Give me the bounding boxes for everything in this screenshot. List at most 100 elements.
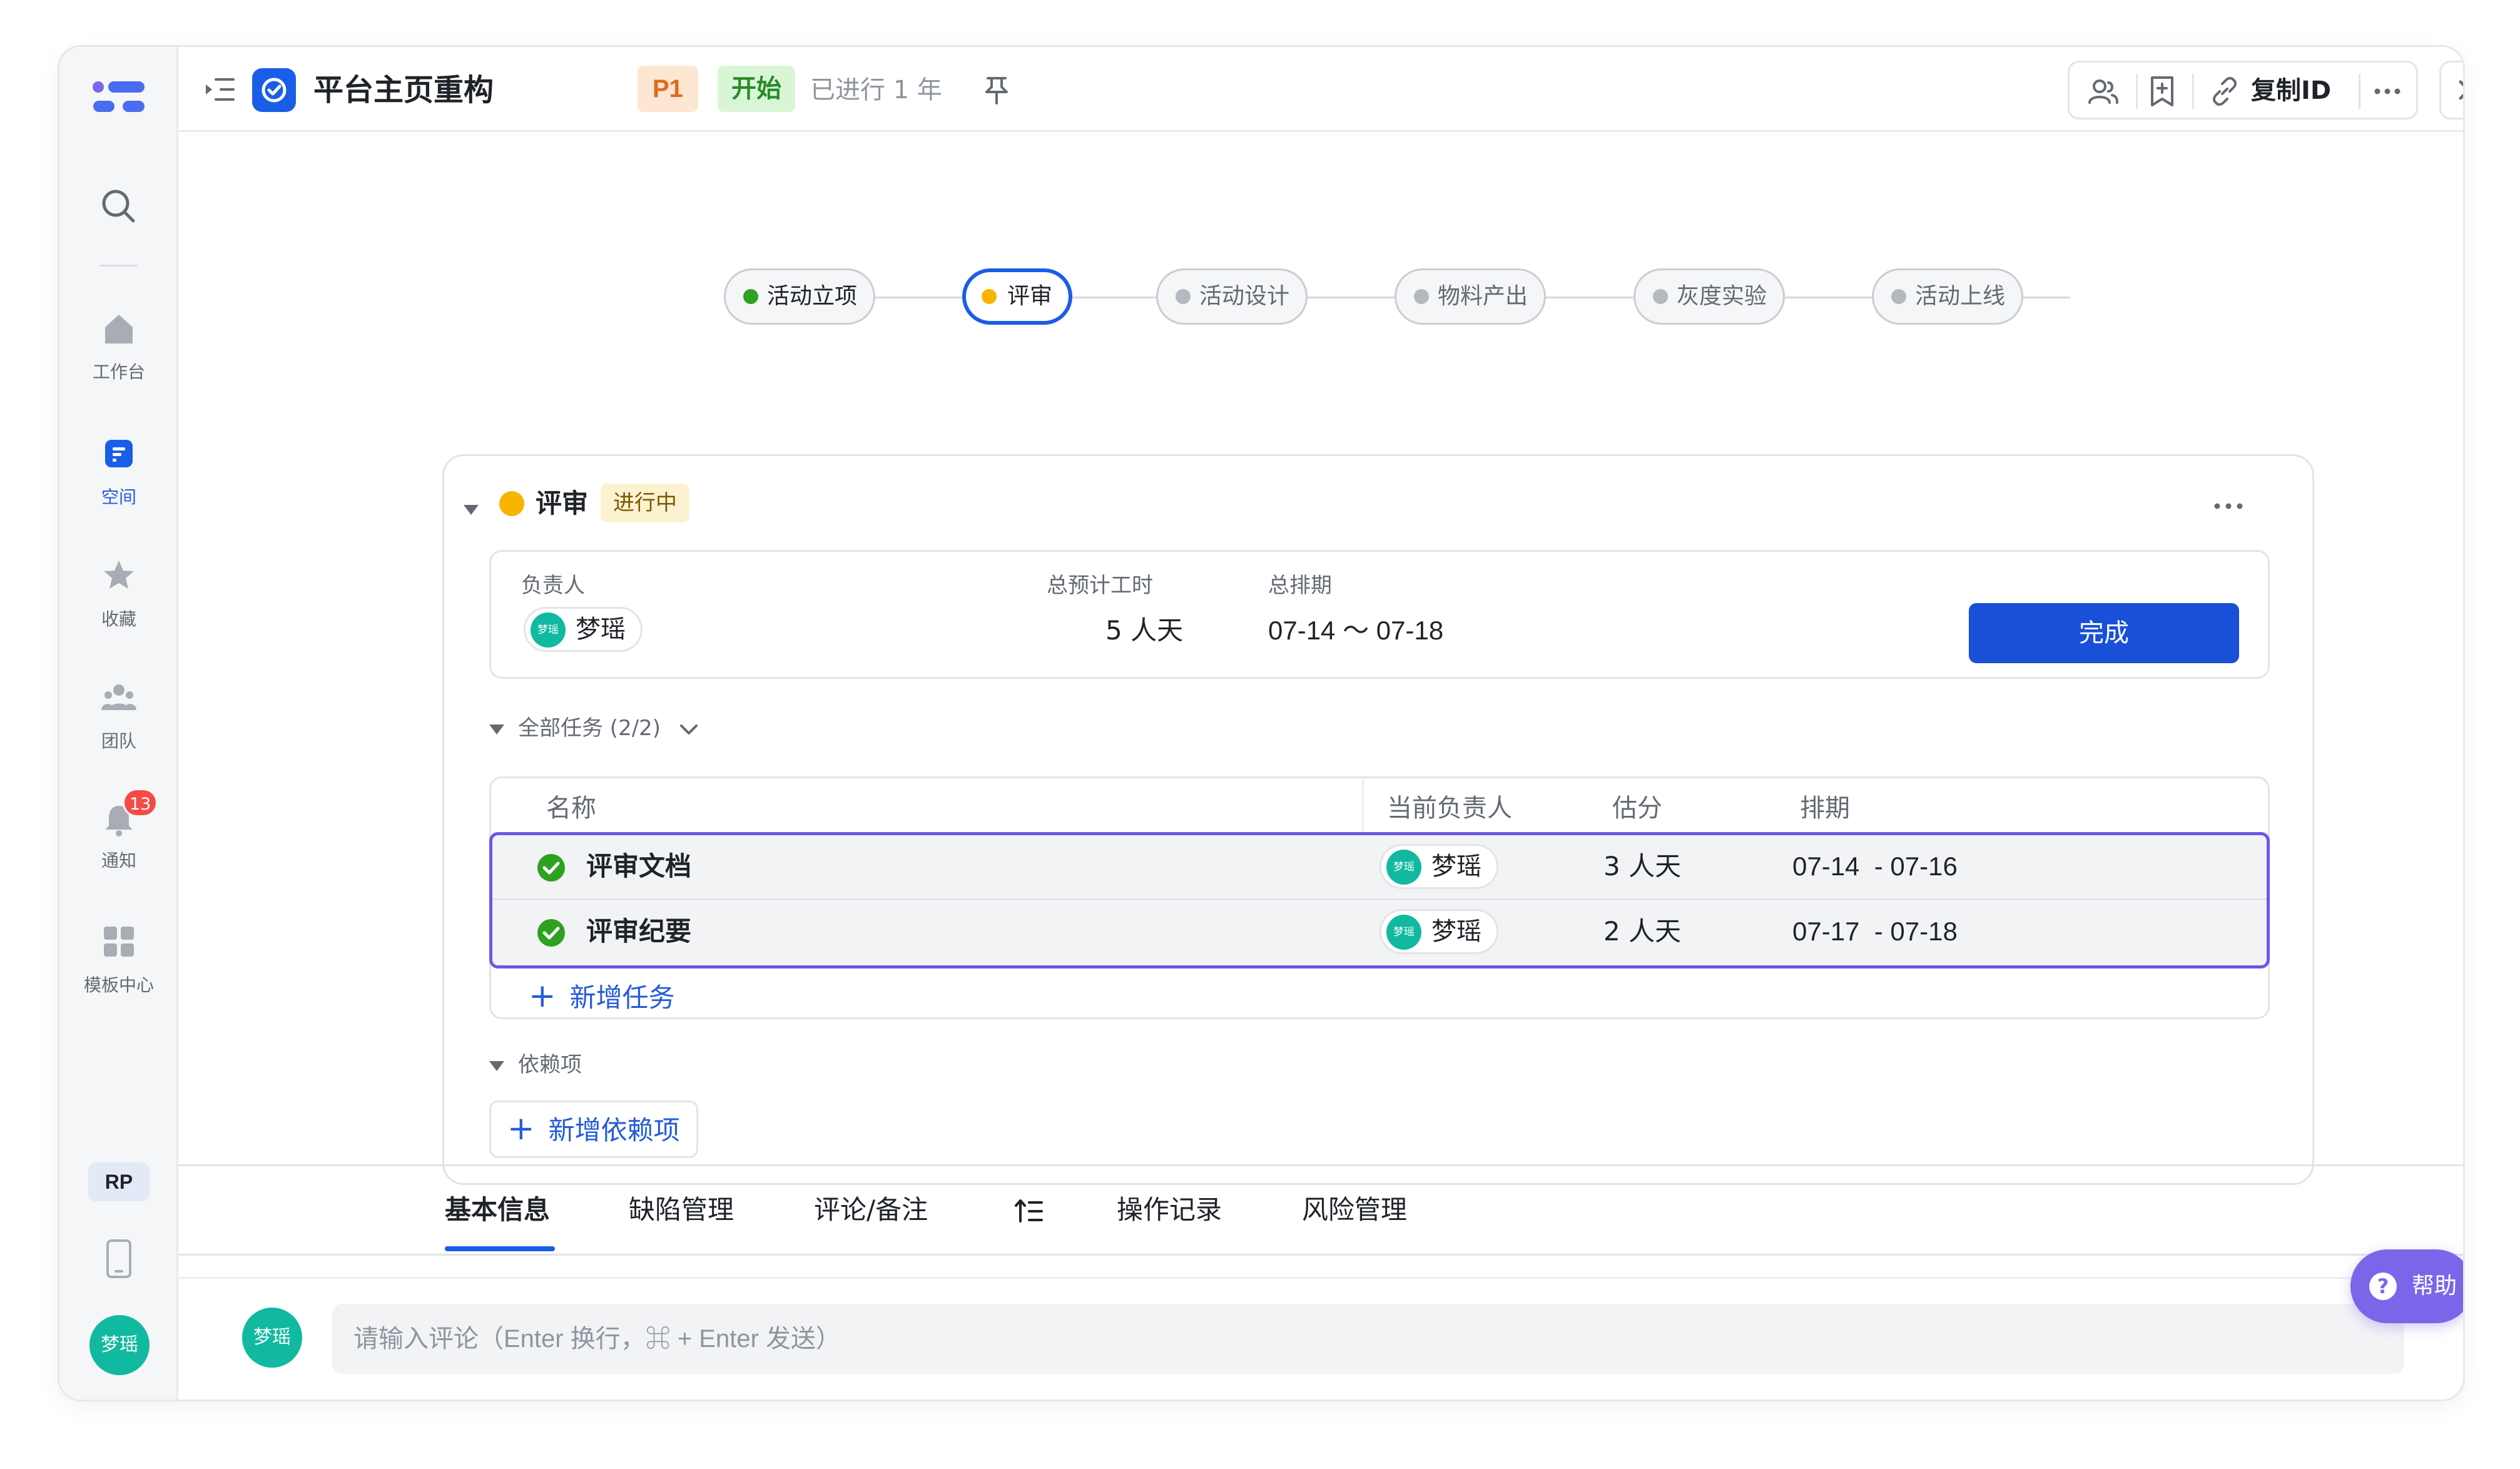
column-header-estimate: 估分 <box>1612 794 1662 823</box>
owner-chip[interactable]: 梦瑶 梦瑶 <box>524 607 643 652</box>
app-logo-icon[interactable] <box>91 78 147 116</box>
table-row[interactable]: 评审纪要 梦瑶 梦瑶 2 人天 07-17 - 07-18 <box>492 900 2267 963</box>
copy-id-button[interactable]: 复制ID <box>2251 73 2331 109</box>
stage-material-output[interactable]: 物料产出 <box>1395 268 1547 325</box>
dependencies-section-header[interactable]: 依赖项 <box>489 1049 582 1080</box>
sidebar-item-space[interactable]: 空间 <box>59 435 178 509</box>
stage-pipeline: 活动立项 评审 活动设计 物料产出 灰度实验 活动上线 <box>178 132 2463 325</box>
assignee-name: 梦瑶 <box>1431 852 1481 881</box>
search-icon[interactable] <box>98 186 138 226</box>
project-type-icon <box>252 68 296 112</box>
complete-button[interactable]: 完成 <box>1969 603 2239 663</box>
stage-label: 物料产出 <box>1438 283 1528 309</box>
close-button[interactable] <box>2439 61 2463 119</box>
active-tab-indicator <box>445 1246 555 1251</box>
template-icon <box>104 927 134 957</box>
detail-tabs: 基本信息 缺陷管理 评论/备注 操作记录 风险管理 <box>178 1164 2463 1256</box>
tasks-section-label: 全部任务 (2/2) <box>518 716 661 741</box>
sidebar-item-label: 工作台 <box>92 362 145 382</box>
members-icon[interactable] <box>2087 75 2120 108</box>
node-status-dot <box>499 491 524 516</box>
add-dependency-label: 新增依赖项 <box>548 1115 680 1146</box>
stage-activity-initiation[interactable]: 活动立项 <box>724 268 876 325</box>
check-done-icon[interactable] <box>536 853 566 883</box>
owner-label: 负责人 <box>521 573 585 598</box>
assignee-chip[interactable]: 梦瑶 梦瑶 <box>1379 909 1498 954</box>
tab-operation-log[interactable]: 操作记录 <box>1117 1191 1222 1229</box>
collapse-caret-icon[interactable] <box>462 500 480 519</box>
user-avatar[interactable]: 梦瑶 <box>89 1315 150 1375</box>
dependencies-section-label: 依赖项 <box>518 1052 582 1077</box>
stage-review[interactable]: 评审 <box>962 268 1073 325</box>
tab-defects[interactable]: 缺陷管理 <box>629 1191 734 1229</box>
node-status-tag: 进行中 <box>601 484 689 522</box>
add-task-label: 新增任务 <box>569 982 675 1013</box>
avatar: 梦瑶 <box>1386 915 1421 950</box>
schedule-value[interactable]: 07-14 ～ 07-18 <box>1268 613 1443 648</box>
task-schedule[interactable]: 07-14 - 07-16 <box>1792 848 1958 885</box>
stage-activity-design[interactable]: 活动设计 <box>1156 268 1308 325</box>
table-row[interactable]: 评审文档 梦瑶 梦瑶 3 人天 07-14 - 07-16 <box>492 835 2267 898</box>
add-task-button[interactable]: + 新增任务 <box>529 977 675 1017</box>
task-name[interactable]: 评审纪要 <box>586 913 691 950</box>
link-icon[interactable] <box>2208 75 2241 108</box>
stage-status-dot <box>1891 289 1906 304</box>
tab-risk-management[interactable]: 风险管理 <box>1302 1191 1407 1229</box>
sidebar-item-label: 团队 <box>101 731 136 751</box>
check-done-icon[interactable] <box>536 918 566 948</box>
page-title: 平台主页重构 <box>313 73 494 108</box>
sidebar-item-favorites[interactable]: 收藏 <box>59 557 178 631</box>
rp-button[interactable]: RP <box>88 1162 150 1201</box>
help-label: 帮助 <box>2412 1273 2457 1299</box>
sidebar-item-label: 空间 <box>101 487 136 507</box>
sidebar-item-templates[interactable]: 模板中心 <box>59 923 178 997</box>
stage-label: 活动上线 <box>1915 283 2006 309</box>
node-info-panel: 负责人 梦瑶 梦瑶 总预计工时 5 人天 总排期 07-14 ～ 07-18 完… <box>489 550 2270 679</box>
plus-icon: + <box>507 1110 535 1147</box>
sidebar-item-workbench[interactable]: 工作台 <box>59 310 178 384</box>
more-icon[interactable] <box>2371 75 2404 108</box>
more-icon[interactable] <box>2210 494 2247 519</box>
schedule-label: 总排期 <box>1268 573 1332 598</box>
task-schedule[interactable]: 07-17 - 07-18 <box>1792 913 1958 950</box>
hours-value[interactable]: 5 人天 <box>1105 613 1183 648</box>
close-icon <box>2459 80 2463 100</box>
assignee-chip[interactable]: 梦瑶 梦瑶 <box>1379 844 1498 889</box>
chevron-down-icon[interactable] <box>676 717 701 742</box>
sidebar-divider <box>99 265 138 267</box>
space-icon <box>105 440 133 467</box>
left-sidebar: 工作台 空间 收藏 团队 13 通知 模板中心 RP 梦瑶 <box>59 47 178 1400</box>
comment-input[interactable] <box>332 1304 2404 1374</box>
sort-icon[interactable] <box>1014 1197 1044 1225</box>
stage-label: 评审 <box>1007 283 1053 309</box>
stage-label: 灰度实验 <box>1677 283 1767 309</box>
task-estimate[interactable]: 3 人天 <box>1603 848 1681 885</box>
add-bookmark-icon[interactable] <box>2146 75 2178 108</box>
node-title: 评审 <box>536 488 589 519</box>
pin-icon[interactable] <box>979 72 1014 107</box>
sidebar-item-team[interactable]: 团队 <box>59 679 178 753</box>
avatar: 梦瑶 <box>242 1308 302 1368</box>
task-name[interactable]: 评审文档 <box>586 848 691 885</box>
help-button[interactable]: ? 帮助 <box>2350 1249 2463 1323</box>
detail-header: 平台主页重构 P1 开始 已进行 1 年 复制ID <box>178 47 2463 132</box>
sidebar-item-notifications[interactable]: 13 通知 <box>59 788 178 872</box>
star-icon <box>104 561 134 589</box>
stage-status-dot <box>982 289 997 304</box>
sidebar-item-label: 通知 <box>101 850 136 871</box>
status-tag[interactable]: 开始 <box>718 66 795 112</box>
mobile-icon[interactable] <box>106 1239 132 1279</box>
header-action-group: 复制ID <box>2068 61 2418 119</box>
node-card: 评审 进行中 负责人 梦瑶 梦瑶 总预计工时 5 人天 总排期 07-14 ～ … <box>442 454 2314 1185</box>
tab-comments[interactable]: 评论/备注 <box>814 1191 928 1229</box>
stage-activity-launch[interactable]: 活动上线 <box>1872 268 2024 325</box>
priority-tag[interactable]: P1 <box>638 66 698 112</box>
app-window: 工作台 空间 收藏 团队 13 通知 模板中心 RP 梦瑶 平台主页重构 P1 … <box>59 47 2463 1400</box>
stage-gray-experiment[interactable]: 灰度实验 <box>1633 268 1786 325</box>
tasks-section-header[interactable]: 全部任务 (2/2) <box>489 713 701 744</box>
comment-bar: 梦瑶 <box>178 1277 2463 1400</box>
tab-basic-info[interactable]: 基本信息 <box>445 1191 550 1229</box>
collapse-panel-icon[interactable] <box>203 73 236 106</box>
add-dependency-button[interactable]: + 新增依赖项 <box>489 1100 698 1158</box>
task-estimate[interactable]: 2 人天 <box>1603 913 1681 950</box>
